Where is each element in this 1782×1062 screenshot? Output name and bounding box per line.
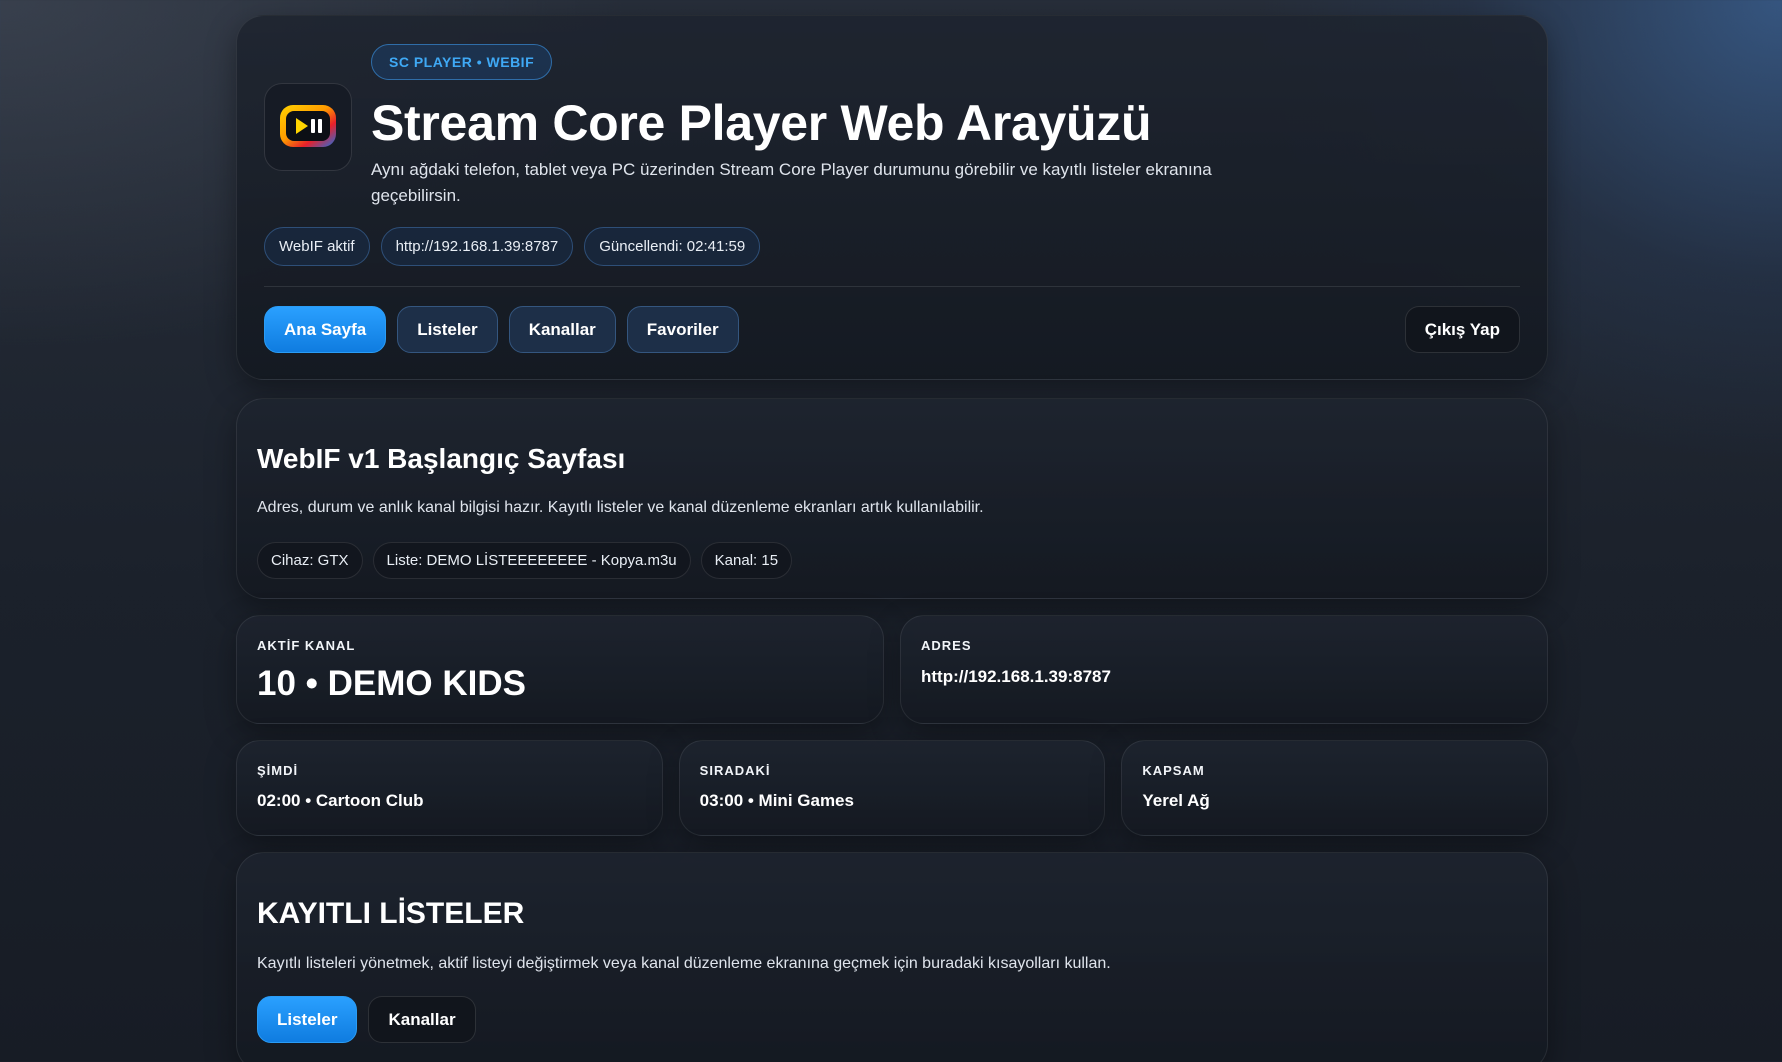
channels-shortcut-button[interactable]: Kanallar [368,996,476,1043]
scope-card: KAPSAM Yerel Ağ [1121,740,1549,836]
saved-lists-title: KAYITLI LİSTELER [257,897,525,930]
home-subtitle: Adres, durum ve anlık kanal bilgisi hazı… [257,499,984,516]
home-title: WebIF v1 Başlangıç Sayfası [257,443,626,474]
address-value: http://192.168.1.39:8787 [921,667,1111,686]
address-card: ADRES http://192.168.1.39:8787 [900,615,1548,724]
next-label: SIRADAKİ [699,763,771,778]
lists-shortcut-button[interactable]: Listeler [257,996,358,1043]
address-label: ADRES [921,638,972,653]
playlist-tag: Liste: DEMO LİSTEEEEEEEE - Kopya.m3u [372,542,691,579]
nav-channels-button[interactable]: Kanallar [508,306,616,353]
scope-value: Yerel Ağ [1142,791,1210,810]
page-description: Aynı ağdaki telefon, tablet veya PC üzer… [371,160,1212,205]
now-label: ŞİMDİ [257,763,299,778]
nav-home-button[interactable]: Ana Sayfa [264,306,387,353]
page-container: SC PLAYER • WEBIF Stream Core Player Web… [236,15,1549,1062]
next-value: 03:00 • Mini Games [699,791,854,810]
active-channel-card: AKTİF KANAL 10 • DEMO KIDS [236,615,884,724]
status-row-secondary: ŞİMDİ 02:00 • Cartoon Club SIRADAKİ 03:0… [236,740,1549,836]
header-divider [264,286,1520,287]
app-eyebrow-badge: SC PLAYER • WEBIF [371,44,553,80]
home-card: WebIF v1 Başlangıç Sayfası Adres, durum … [236,398,1548,599]
page-title: Stream Core Player Web Arayüzü [371,95,1152,151]
now-value: 02:00 • Cartoon Club [257,791,424,810]
main-nav: Ana Sayfa Listeler Kanallar Favoriler [264,306,739,353]
nav-lists-button[interactable]: Listeler [397,306,498,353]
saved-lists-card: KAYITLI LİSTELER Kayıtlı listeleri yönet… [236,852,1548,1062]
saved-lists-subtitle: Kayıtlı listeleri yönetmek, aktif listey… [257,955,1111,972]
status-chips: WebIF aktif http://192.168.1.39:8787 Gün… [264,227,761,266]
device-tag: Cihaz: GTX [257,542,363,579]
active-channel-value: 10 • DEMO KIDS [257,664,526,703]
device-info-tags: Cihaz: GTX Liste: DEMO LİSTEEEEEEEE - Ko… [257,542,793,579]
updated-time-chip: Güncellendi: 02:41:59 [584,227,761,266]
saved-lists-actions: Listeler Kanallar [257,996,476,1043]
app-logo [264,83,352,171]
active-channel-label: AKTİF KANAL [257,638,356,653]
play-pause-tv-icon [280,105,336,147]
logout-button[interactable]: Çıkış Yap [1404,306,1520,353]
channel-count-tag: Kanal: 15 [700,542,793,579]
scope-label: KAPSAM [1142,763,1205,778]
address-chip: http://192.168.1.39:8787 [380,227,574,266]
webif-status-chip: WebIF aktif [264,227,370,266]
nav-favorites-button[interactable]: Favoriler [626,306,739,353]
status-row-primary: AKTİF KANAL 10 • DEMO KIDS ADRES http://… [236,615,1548,724]
header-card: SC PLAYER • WEBIF Stream Core Player Web… [236,15,1548,380]
now-playing-card: ŞİMDİ 02:00 • Cartoon Club [236,740,663,836]
next-program-card: SIRADAKİ 03:00 • Mini Games [678,740,1106,836]
